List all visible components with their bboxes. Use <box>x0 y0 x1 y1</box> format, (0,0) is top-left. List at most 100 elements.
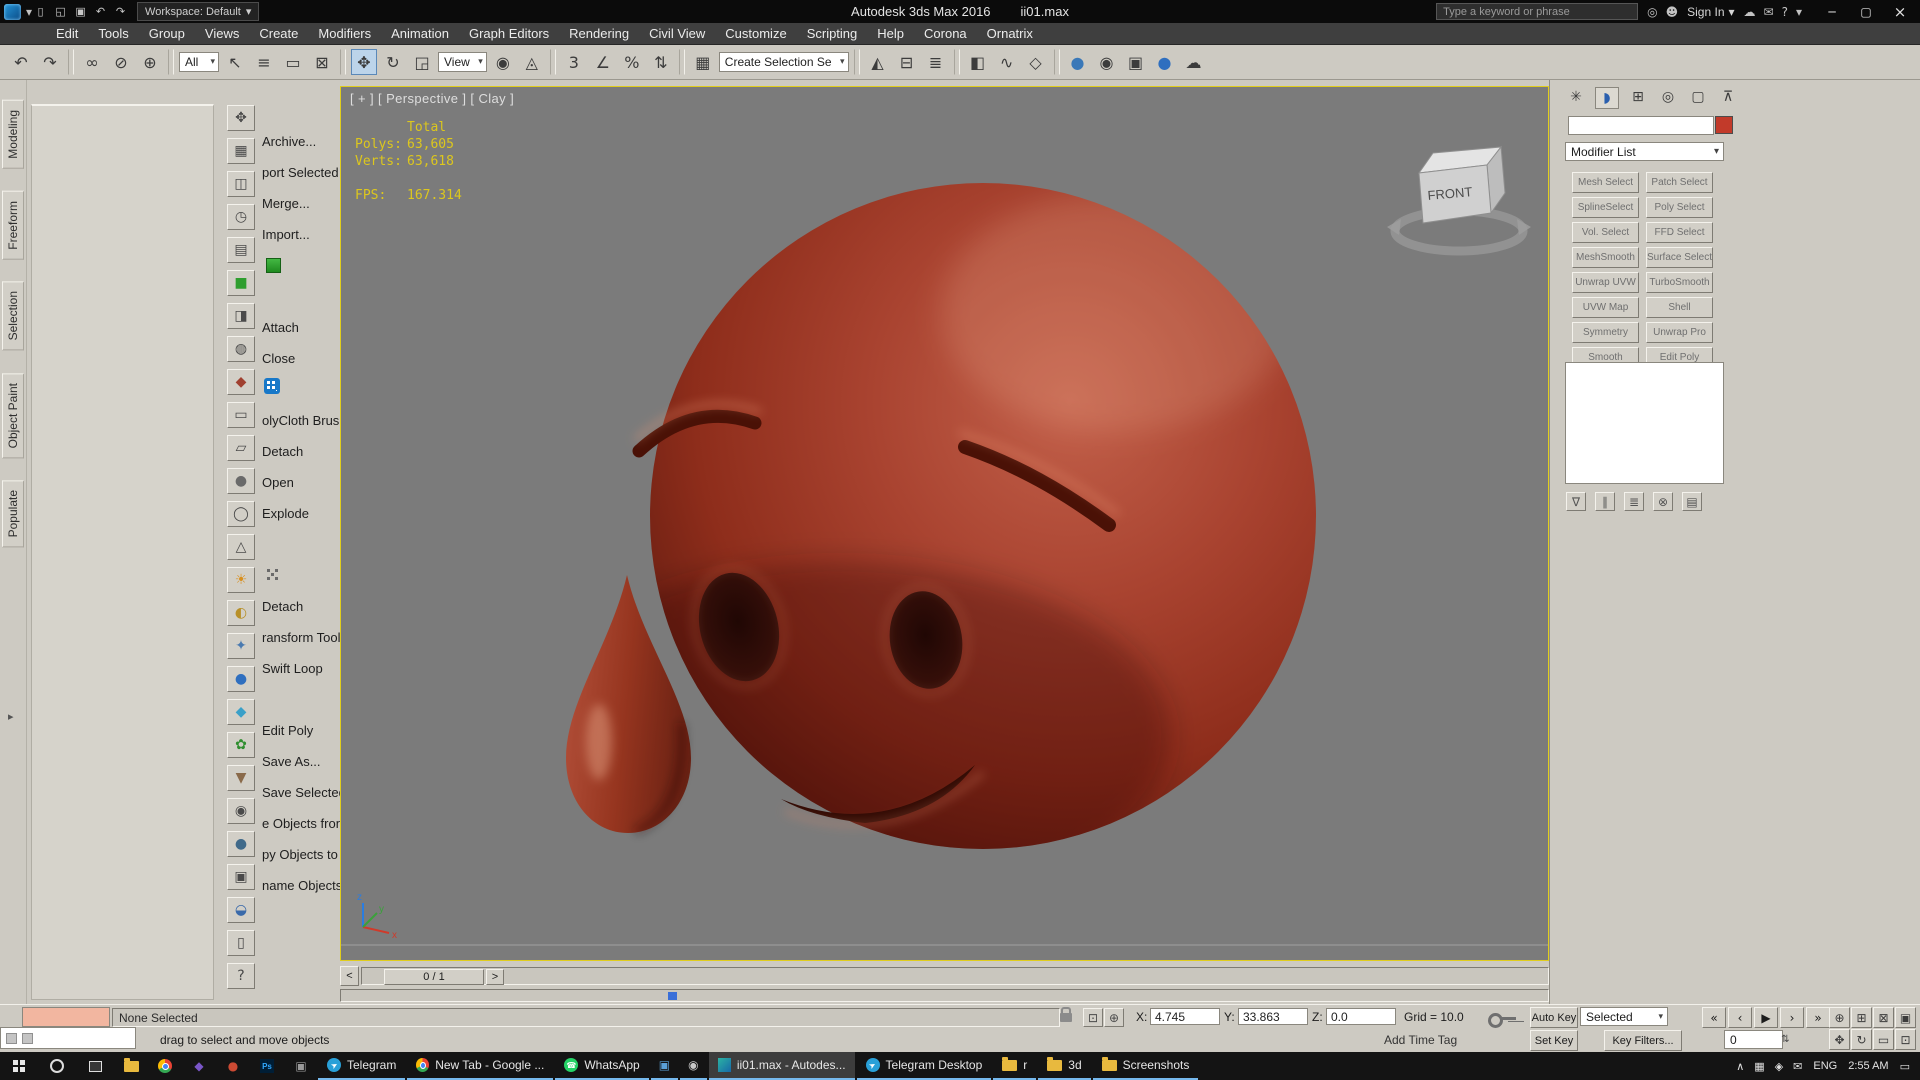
select-and-rotate-icon[interactable]: ↻ <box>380 49 406 75</box>
select-and-manipulate-icon[interactable]: ◬ <box>519 49 545 75</box>
menu-item[interactable]: Ornatrix <box>977 24 1043 43</box>
redo-icon[interactable]: ↷ <box>37 49 63 75</box>
left-toolbar-icon[interactable]: ◐ <box>227 600 255 626</box>
orbit-icon[interactable]: ↻ <box>1851 1029 1872 1050</box>
add-time-tag[interactable]: Add Time Tag <box>1384 1033 1457 1047</box>
unlink-selection-icon[interactable]: ⊘ <box>108 49 134 75</box>
modifier-set-button[interactable]: Surface Select <box>1646 247 1713 268</box>
taskbar-app-3dsmax[interactable]: ii01.max - Autodes... <box>708 1052 855 1080</box>
menu-item[interactable]: Tools <box>88 24 138 43</box>
left-toolbar-icon[interactable]: ✦ <box>227 633 255 659</box>
new-scene-icon[interactable]: ▯ <box>34 5 47 18</box>
app-menu-caret-icon[interactable]: ▾ <box>26 5 32 19</box>
select-and-scale-icon[interactable]: ◲ <box>409 49 435 75</box>
left-toolbar-icon[interactable]: ▦ <box>227 138 255 164</box>
edit-named-selection-sets-icon[interactable]: ▦ <box>690 49 716 75</box>
left-toolbar-icon[interactable]: △ <box>227 534 255 560</box>
modifier-stack-list[interactable] <box>1565 362 1724 484</box>
modifier-set-button[interactable]: Unwrap UVW <box>1572 272 1639 293</box>
taskbar-app-telegram[interactable]: ➤ Telegram <box>318 1052 406 1080</box>
next-key-button[interactable]: > <box>486 969 504 985</box>
align-icon[interactable]: ⊟ <box>894 49 920 75</box>
undo-icon[interactable]: ↶ <box>94 5 107 18</box>
modifier-set-button[interactable]: Poly Select <box>1646 197 1713 218</box>
ribbon-tab[interactable]: Selection <box>2 281 24 351</box>
schematic-view-icon[interactable]: ◇ <box>1023 49 1049 75</box>
key-filter-selected-dropdown[interactable]: Selected <box>1580 1007 1668 1026</box>
search-input[interactable] <box>1436 3 1639 20</box>
open-file-icon[interactable]: ◱ <box>54 5 67 18</box>
layer-manager-icon[interactable]: ≣ <box>923 49 949 75</box>
create-tab[interactable]: ✳ <box>1565 87 1587 107</box>
play-button[interactable]: ▶ <box>1754 1007 1778 1028</box>
undo-icon[interactable]: ↶ <box>8 49 34 75</box>
menu-item[interactable]: Animation <box>381 24 459 43</box>
viewcube[interactable]: FRONT <box>1387 145 1531 256</box>
modifier-set-button[interactable]: Unwrap Pro <box>1646 322 1713 343</box>
left-toolbar-icon[interactable]: ▯ <box>227 930 255 956</box>
zoom-extents-icon[interactable]: ⊠ <box>1873 1007 1894 1028</box>
sign-in-button[interactable]: Sign In ▾ <box>1687 5 1734 19</box>
absolute-mode-icon[interactable]: ⊡ <box>1083 1008 1103 1027</box>
menu-item[interactable]: Customize <box>715 24 796 43</box>
modifier-set-button[interactable]: Shell <box>1646 297 1713 318</box>
toolbar-icon[interactable] <box>68 49 74 75</box>
left-toolbar-icon[interactable]: ● <box>227 468 255 494</box>
track-bar-key-marker[interactable] <box>668 992 677 1000</box>
taskbar-app[interactable]: ▣ <box>650 1052 679 1080</box>
hierarchy-tab[interactable]: ⊞ <box>1627 87 1649 107</box>
window-crossing-icon[interactable]: ⊠ <box>309 49 335 75</box>
z-coordinate-field[interactable]: 0.0 <box>1326 1008 1396 1025</box>
time-slider-thumb[interactable]: 0 / 1 <box>384 969 484 985</box>
network-icon[interactable]: ◈ <box>1775 1060 1783 1073</box>
ribbon-tab[interactable]: Object Paint <box>2 372 24 459</box>
next-frame-button[interactable]: › <box>1780 1007 1804 1028</box>
a360-icon[interactable]: ☁ <box>1744 5 1756 19</box>
previous-frame-button[interactable]: ‹ <box>1728 1007 1752 1028</box>
x-coordinate-field[interactable]: 4.745 <box>1150 1008 1220 1025</box>
pinned-browser[interactable] <box>148 1052 182 1080</box>
menu-item[interactable]: Group <box>139 24 195 43</box>
menu-item[interactable]: Graph Editors <box>459 24 559 43</box>
toolbar-icon[interactable] <box>549 49 556 75</box>
modifier-set-button[interactable]: SplineSelect <box>1572 197 1639 218</box>
modifier-list-dropdown[interactable]: Modifier List <box>1565 142 1724 161</box>
menu-item[interactable]: Civil View <box>639 24 715 43</box>
language-indicator[interactable]: ENG <box>1813 1060 1837 1072</box>
communication-center-icon[interactable]: ✉ <box>1764 5 1774 19</box>
select-and-move-icon[interactable]: ✥ <box>351 49 377 75</box>
angle-snap-icon[interactable]: ∠ <box>590 49 616 75</box>
select-object-icon[interactable]: ↖ <box>222 49 248 75</box>
left-toolbar-icon[interactable]: ◯ <box>227 501 255 527</box>
toolbar-icon[interactable] <box>340 49 346 75</box>
left-toolbar-icon[interactable]: ◒ <box>227 897 255 923</box>
left-toolbar-icon[interactable]: ✿ <box>227 732 255 758</box>
modifier-set-button[interactable]: Vol. Select <box>1572 222 1639 243</box>
toolbar-icon[interactable] <box>678 49 685 75</box>
object-color-swatch[interactable] <box>1715 116 1733 134</box>
zoom-extents-all-icon[interactable]: ▣ <box>1895 1007 1916 1028</box>
render-production-icon[interactable]: ● <box>1152 49 1178 75</box>
toolbar-icon[interactable] <box>168 49 174 75</box>
menu-item[interactable]: Rendering <box>559 24 639 43</box>
taskbar-search-button[interactable] <box>38 1052 76 1080</box>
menu-item[interactable]: Views <box>195 24 249 43</box>
toolbar-icon[interactable] <box>953 49 960 75</box>
zoom-all-icon[interactable]: ⊞ <box>1851 1007 1872 1028</box>
go-to-end-button[interactable]: » <box>1806 1007 1830 1028</box>
rectangular-selection-region-icon[interactable]: ▭ <box>280 49 306 75</box>
save-file-icon[interactable]: ▣ <box>74 5 87 18</box>
left-toolbar-icon[interactable]: ? <box>227 963 255 989</box>
select-and-link-icon[interactable]: ∞ <box>79 49 105 75</box>
left-toolbar-icon[interactable]: ● <box>227 831 255 857</box>
toolbar-icon[interactable] <box>1053 49 1060 75</box>
maxscript-mini-listener[interactable] <box>0 1027 136 1049</box>
make-unique-icon[interactable]: ≣ <box>1624 492 1644 511</box>
menu-item[interactable]: Scripting <box>797 24 868 43</box>
track-bar[interactable] <box>340 989 1549 1002</box>
graphite-ribbon-icon[interactable]: ◧ <box>965 49 991 75</box>
ribbon-tab[interactable]: Freeform <box>2 190 24 260</box>
emoji-model[interactable] <box>511 183 1316 912</box>
taskbar-folder-r[interactable]: r <box>993 1052 1037 1080</box>
pan-icon[interactable]: ✥ <box>1829 1029 1850 1050</box>
